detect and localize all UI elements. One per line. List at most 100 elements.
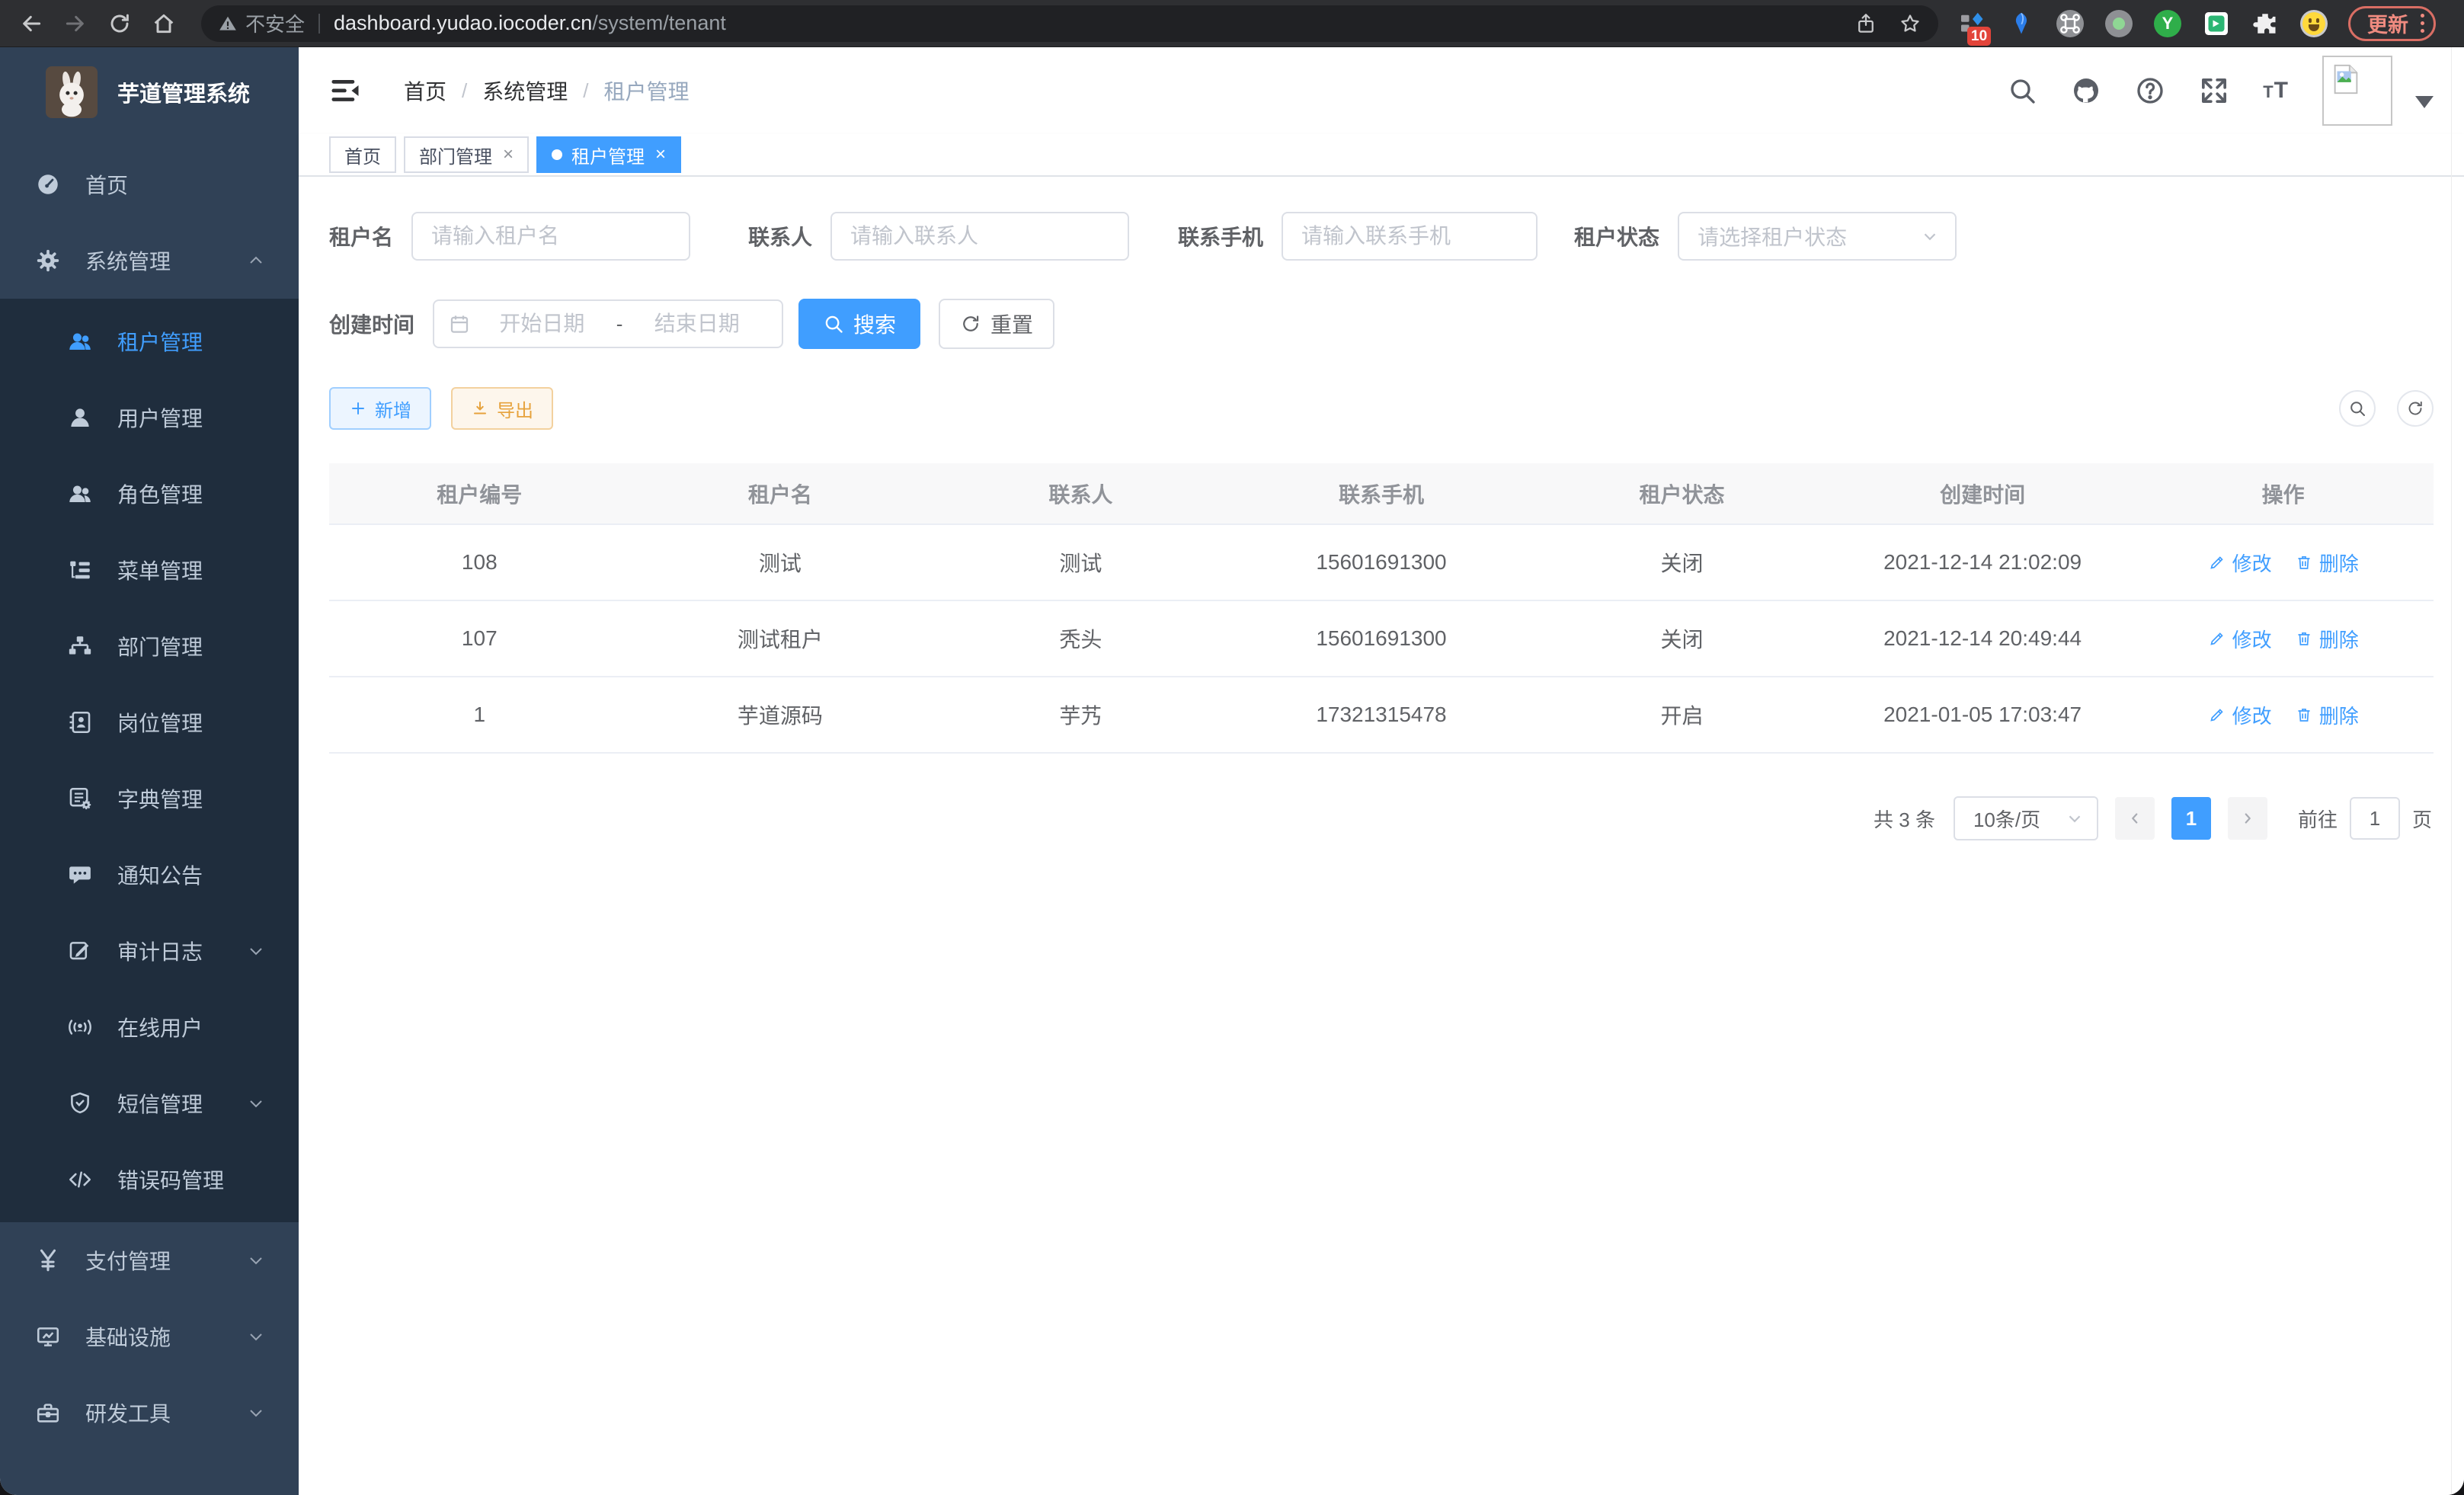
col-tenant-name: 租户名	[630, 463, 931, 524]
plus-icon	[349, 399, 367, 418]
trash-icon	[2295, 553, 2313, 571]
refresh-table-icon[interactable]	[2397, 390, 2434, 427]
sidebar-item-menu[interactable]: 菜单管理	[0, 532, 299, 608]
share-icon[interactable]	[1854, 12, 1877, 35]
status-label: 租户状态	[1574, 221, 1659, 251]
extension-bar: 10 Y	[1958, 9, 2328, 38]
edit-link[interactable]: 修改	[2208, 549, 2272, 577]
sidebar-item-pay[interactable]: 支付管理	[0, 1222, 299, 1298]
tableau-extension-icon[interactable]: 10	[1958, 9, 1987, 38]
kite-extension-icon[interactable]	[2007, 9, 2036, 38]
close-icon[interactable]: ×	[655, 146, 666, 164]
mobile-label: 联系手机	[1178, 221, 1263, 251]
tenant-name-input[interactable]	[411, 212, 690, 261]
search-button[interactable]: 搜索	[798, 299, 920, 349]
contact-input[interactable]	[830, 212, 1129, 261]
browser-menu-icon[interactable]	[2421, 14, 2424, 33]
url-divider	[318, 14, 320, 34]
status-select[interactable]: 请选择租户状态	[1678, 212, 1957, 261]
search-icon[interactable]	[2007, 75, 2037, 106]
sidebar-menu: 首页 系统管理 租户管理 用户管理	[0, 146, 299, 1451]
sidebar-item-system[interactable]: 系统管理	[0, 222, 299, 299]
audit-log-icon	[67, 938, 93, 964]
delete-link[interactable]: 删除	[2295, 701, 2359, 729]
sidebar-item-dept[interactable]: 部门管理	[0, 608, 299, 684]
refresh-icon	[960, 313, 981, 335]
pencil-icon	[2208, 553, 2226, 571]
export-button[interactable]: 导出	[451, 387, 553, 430]
home-icon[interactable]	[146, 6, 181, 41]
collapse-sidebar-icon[interactable]	[329, 75, 361, 107]
sidebar-item-tenant[interactable]: 租户管理	[0, 303, 299, 379]
prev-page-button[interactable]	[2115, 797, 2155, 840]
page-1-button[interactable]: 1	[2171, 797, 2211, 840]
pencil-icon	[2208, 706, 2226, 724]
role-people-icon	[67, 481, 93, 507]
profile-avatar-icon[interactable]	[2299, 9, 2328, 38]
goto-page-input[interactable]	[2350, 797, 2400, 840]
recorder-extension-icon[interactable]	[2104, 9, 2133, 38]
reset-button[interactable]: 重置	[939, 299, 1054, 349]
sidebar-item-role[interactable]: 角色管理	[0, 456, 299, 532]
create-time-range-picker[interactable]: -	[433, 299, 783, 348]
page-size-select[interactable]: 10条/页	[1954, 796, 2098, 840]
url-text[interactable]: dashboard.yudao.iocoder.cn/system/tenant	[334, 11, 726, 35]
user-menu-caret-icon[interactable]	[2415, 96, 2434, 108]
not-secure-warning-icon[interactable]	[218, 14, 238, 34]
sidebar-item-user[interactable]: 用户管理	[0, 379, 299, 456]
sidebar-item-post[interactable]: 岗位管理	[0, 684, 299, 760]
sidebar-item-dict[interactable]: 字典管理	[0, 760, 299, 837]
command-extension-icon[interactable]	[2056, 9, 2085, 38]
avatar[interactable]	[2322, 56, 2392, 126]
delete-link[interactable]: 删除	[2295, 549, 2359, 577]
tab-home[interactable]: 首页	[329, 136, 396, 173]
close-icon[interactable]: ×	[503, 146, 514, 164]
edit-link[interactable]: 修改	[2208, 625, 2272, 653]
col-actions: 操作	[2133, 463, 2434, 524]
end-date-input[interactable]	[626, 312, 768, 336]
tab-dept[interactable]: 部门管理×	[404, 136, 529, 173]
sidebar-item-infra[interactable]: 基础设施	[0, 1298, 299, 1375]
forward-icon[interactable]	[58, 6, 93, 41]
mobile-input[interactable]	[1282, 212, 1538, 261]
github-icon[interactable]	[2071, 75, 2101, 106]
delete-link[interactable]: 删除	[2295, 625, 2359, 653]
chevron-down-icon	[247, 1327, 265, 1346]
y-extension-icon[interactable]: Y	[2153, 9, 2182, 38]
help-icon[interactable]	[2135, 75, 2165, 106]
sidebar-item-home[interactable]: 首页	[0, 146, 299, 222]
show-search-toggle-icon[interactable]	[2339, 390, 2376, 427]
gear-icon	[35, 248, 61, 274]
add-button[interactable]: 新增	[329, 387, 431, 430]
font-size-icon[interactable]: TT	[2263, 78, 2289, 104]
next-page-button[interactable]	[2228, 797, 2267, 840]
url-bar[interactable]: 不安全 dashboard.yudao.iocoder.cn/system/te…	[201, 5, 1938, 42]
org-tree-icon	[67, 633, 93, 659]
breadcrumb-system[interactable]: 系统管理	[482, 75, 568, 106]
toolbox-icon	[35, 1400, 61, 1426]
back-icon[interactable]	[14, 6, 49, 41]
chevron-down-icon	[247, 942, 265, 960]
tab-tenant[interactable]: 租户管理×	[536, 136, 681, 173]
sidebar-item-online-user[interactable]: 在线用户	[0, 989, 299, 1065]
fullscreen-icon[interactable]	[2199, 75, 2229, 106]
monitor-icon	[35, 1324, 61, 1349]
bookmark-star-icon[interactable]	[1899, 12, 1922, 35]
reload-icon[interactable]	[102, 6, 137, 41]
breadcrumb-home[interactable]: 首页	[404, 75, 446, 106]
sidebar: 芋道管理系统 首页 系统管理 租户管理	[0, 47, 299, 1495]
edit-link[interactable]: 修改	[2208, 701, 2272, 729]
security-label[interactable]: 不安全	[245, 9, 305, 37]
puzzle-extensions-icon[interactable]	[2251, 9, 2280, 38]
sidebar-item-notice[interactable]: 通知公告	[0, 837, 299, 913]
start-date-input[interactable]	[471, 312, 613, 336]
chrome-update-button[interactable]: 更新	[2348, 6, 2436, 41]
sidebar-item-error-code[interactable]: 错误码管理	[0, 1141, 299, 1218]
sidebar-item-audit-log[interactable]: 审计日志	[0, 913, 299, 989]
sidebar-item-sms[interactable]: 短信管理	[0, 1065, 299, 1141]
col-contact: 联系人	[930, 463, 1231, 524]
table-toolbar: 新增 导出	[329, 387, 2434, 430]
page-unit-label: 页	[2412, 805, 2432, 833]
sidebar-item-dev-tools[interactable]: 研发工具	[0, 1375, 299, 1451]
chat-extension-icon[interactable]	[2202, 9, 2231, 38]
